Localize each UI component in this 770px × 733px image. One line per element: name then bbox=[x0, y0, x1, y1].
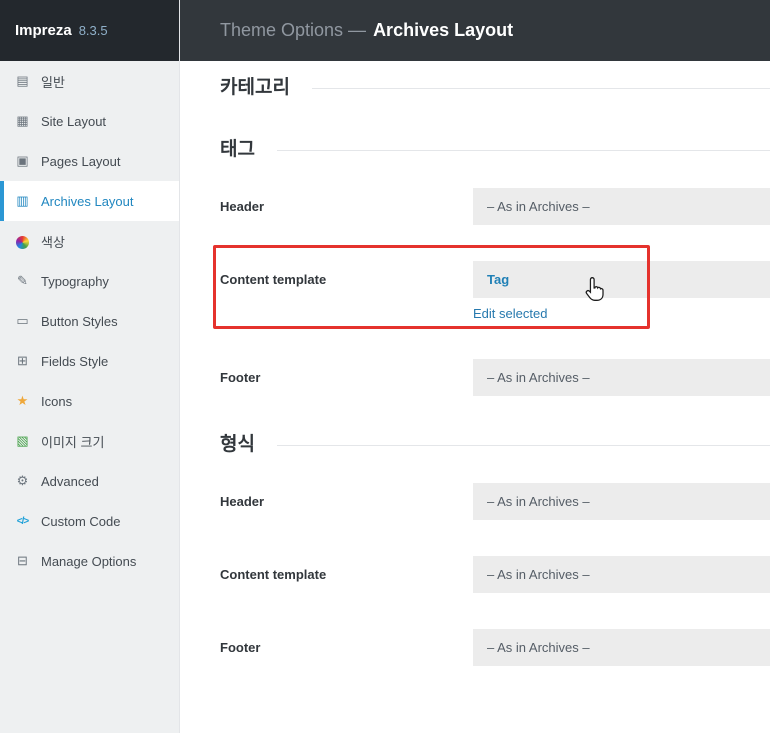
image-icon: ▧ bbox=[16, 433, 29, 448]
section-divider bbox=[276, 444, 770, 446]
main-content: 카테고리 태그 Header – As in Archives – Conten… bbox=[180, 61, 770, 733]
field-label: Footer bbox=[220, 370, 261, 385]
manage-options-icon: ⊟ bbox=[17, 553, 28, 568]
sidebar-item-label: Advanced bbox=[41, 473, 99, 489]
sidebar-item-label: Button Styles bbox=[41, 313, 118, 329]
sidebar-item-label: 일반 bbox=[41, 74, 65, 90]
sidebar-item-label: Custom Code bbox=[41, 513, 121, 529]
footer-select[interactable]: – As in Archives – bbox=[473, 629, 770, 666]
sidebar-item-label: Manage Options bbox=[41, 553, 137, 569]
section-categories: 카테고리 bbox=[220, 75, 770, 101]
field-label: Footer bbox=[220, 640, 261, 655]
sidebar-item-label: Fields Style bbox=[41, 353, 109, 369]
sidebar-item-icons[interactable]: ★ Icons bbox=[0, 381, 179, 421]
section-title: 카테고리 bbox=[220, 77, 290, 98]
header-select[interactable]: – As in Archives – bbox=[473, 483, 770, 520]
typography-icon: ✎ bbox=[17, 273, 28, 288]
brand: Impreza 8.3.5 bbox=[0, 0, 179, 61]
content-template-select[interactable]: – As in Archives – bbox=[473, 556, 770, 593]
page-title: Archives Layout bbox=[373, 20, 514, 40]
topbar-breadcrumb: Theme Options — bbox=[220, 20, 367, 40]
sidebar-item-label: Site Layout bbox=[41, 113, 107, 129]
section-title: 형식 bbox=[220, 434, 255, 455]
section-tags: 태그 Header – As in Archives – Content tem… bbox=[220, 137, 770, 396]
sidebar-item-advanced[interactable]: ⚙ Advanced bbox=[0, 461, 179, 501]
topbar: Theme Options — Archives Layout bbox=[180, 0, 770, 61]
sidebar-item-fields-style[interactable]: ⊞ Fields Style bbox=[0, 341, 179, 381]
archives-layout-icon: ▥ bbox=[16, 193, 29, 208]
sidebar-item-label: Icons bbox=[41, 393, 73, 409]
sidebar-item-archives-layout[interactable]: ▥ Archives Layout bbox=[0, 181, 179, 221]
general-icon: ▤ bbox=[16, 73, 29, 88]
sidebar-item-button-styles[interactable]: ▭ Button Styles bbox=[0, 301, 179, 341]
sidebar-item-label: Typography bbox=[41, 273, 109, 289]
sidebar: Impreza 8.3.5 ▤ 일반 ▦ Site Layout ▣ Pages… bbox=[0, 0, 180, 733]
sidebar-item-typography[interactable]: ✎ Typography bbox=[0, 261, 179, 301]
sidebar-item-image-sizes[interactable]: ▧ 이미지 크기 bbox=[0, 421, 179, 461]
field-label: Content template bbox=[220, 567, 327, 582]
settings-row-header: Header – As in Archives – bbox=[220, 483, 770, 520]
star-icon: ★ bbox=[16, 393, 29, 408]
footer-select[interactable]: – As in Archives – bbox=[473, 359, 770, 396]
brand-name: Impreza bbox=[15, 22, 72, 39]
field-label: Content template bbox=[220, 272, 327, 287]
sidebar-item-label: Pages Layout bbox=[41, 153, 121, 169]
sidebar-item-label: 색상 bbox=[41, 234, 65, 250]
settings-row-content-template: Content template Tag Edit selected bbox=[220, 261, 770, 323]
sidebar-item-manage-options[interactable]: ⊟ Manage Options bbox=[0, 541, 179, 581]
settings-row-content-template: Content template – As in Archives – bbox=[220, 556, 770, 593]
sidebar-item-label: Archives Layout bbox=[41, 193, 134, 209]
sidebar-item-site-layout[interactable]: ▦ Site Layout bbox=[0, 101, 179, 141]
settings-row-footer: Footer – As in Archives – bbox=[220, 629, 770, 666]
sidebar-item-custom-code[interactable]: </> Custom Code bbox=[0, 501, 179, 541]
sidebar-menu: ▤ 일반 ▦ Site Layout ▣ Pages Layout ▥ Arch… bbox=[0, 61, 179, 581]
sidebar-item-pages-layout[interactable]: ▣ Pages Layout bbox=[0, 141, 179, 181]
field-label: Header bbox=[220, 199, 265, 214]
edit-selected-link[interactable]: Edit selected bbox=[473, 306, 547, 321]
pages-layout-icon: ▣ bbox=[16, 153, 29, 168]
section-title: 태그 bbox=[220, 139, 255, 160]
sidebar-item-colors[interactable]: 색상 bbox=[0, 221, 179, 261]
brand-version: 8.3.5 bbox=[78, 23, 108, 38]
sidebar-item-general[interactable]: ▤ 일반 bbox=[0, 61, 179, 101]
section-divider bbox=[276, 149, 770, 151]
color-wheel-icon bbox=[14, 233, 31, 249]
settings-row-footer: Footer – As in Archives – bbox=[220, 359, 770, 396]
gear-icon: ⚙ bbox=[16, 473, 29, 488]
section-format: 형식 Header – As in Archives – Content tem… bbox=[220, 432, 770, 666]
code-icon: </> bbox=[16, 515, 29, 527]
content-template-select[interactable]: Tag bbox=[473, 261, 770, 298]
fields-style-icon: ⊞ bbox=[17, 353, 28, 368]
sidebar-item-label: 이미지 크기 bbox=[41, 434, 105, 450]
site-layout-icon: ▦ bbox=[16, 113, 29, 128]
button-styles-icon: ▭ bbox=[16, 313, 29, 328]
field-label: Header bbox=[220, 494, 265, 509]
header-select[interactable]: – As in Archives – bbox=[473, 188, 770, 225]
settings-row-header: Header – As in Archives – bbox=[220, 188, 770, 225]
section-divider bbox=[311, 87, 770, 89]
